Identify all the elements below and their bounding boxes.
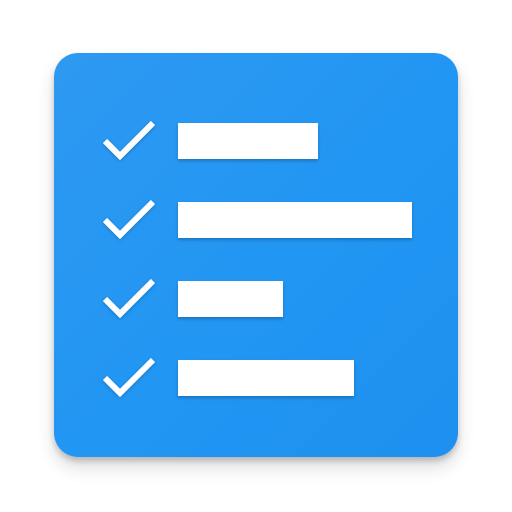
check-icon [101,196,157,242]
list-item [54,117,458,177]
canvas [0,0,512,512]
list-item [54,196,458,256]
check-icon [101,354,157,400]
list-item-line [178,281,283,317]
list-item-line [178,123,318,159]
check-icon [101,117,157,163]
checklist-app-icon[interactable] [54,53,458,457]
list-item [54,275,458,335]
list-item-line [178,360,354,396]
check-icon [101,275,157,321]
list-item-line [178,202,412,238]
list-item [54,354,458,414]
